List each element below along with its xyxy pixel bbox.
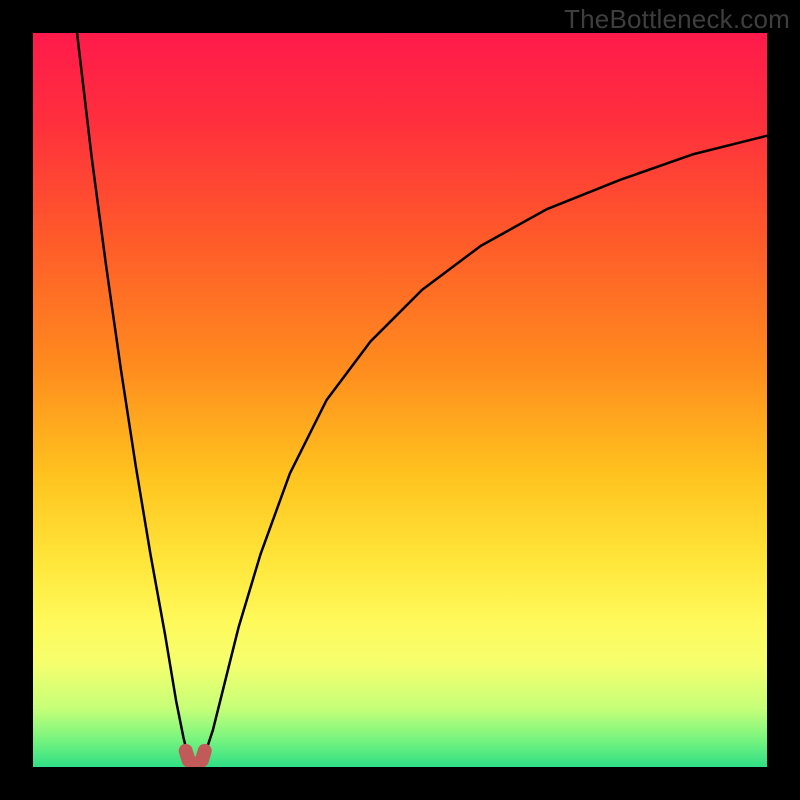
watermark-text: TheBottleneck.com [564, 4, 790, 35]
plot-area [33, 33, 767, 767]
plot-svg [33, 33, 767, 767]
chart-frame: TheBottleneck.com [0, 0, 800, 800]
gradient-background [33, 33, 767, 767]
